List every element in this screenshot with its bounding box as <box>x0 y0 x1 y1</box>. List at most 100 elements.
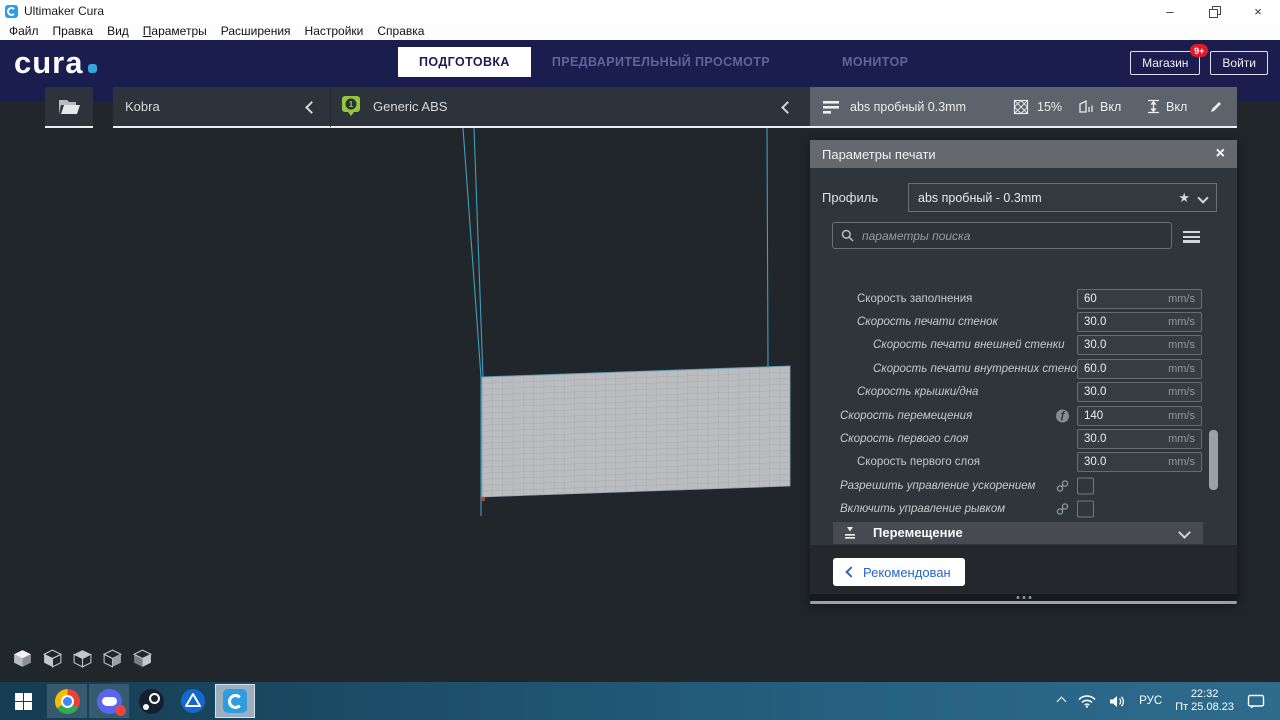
section-title: Перемещение <box>873 525 963 540</box>
menu-item-edit[interactable]: Правка <box>46 24 101 38</box>
profile-summary: abs пробный 0.3mm <box>850 87 966 126</box>
settings-menu-icon[interactable] <box>1183 228 1200 245</box>
language-indicator[interactable]: РУС <box>1139 695 1162 707</box>
tab-label: МОНИТОР <box>842 55 908 69</box>
taskbar-steam[interactable] <box>131 684 171 718</box>
search-icon <box>841 229 854 242</box>
taskbar-discord[interactable] <box>89 684 129 718</box>
setting-value-input[interactable]: 140mm/s <box>1077 406 1202 426</box>
minimize-button[interactable]: – <box>1148 0 1192 22</box>
menu-item-help[interactable]: Справка <box>370 24 431 38</box>
close-icon[interactable]: × <box>1216 146 1225 162</box>
view-front-icon[interactable] <box>42 648 63 669</box>
print-settings-summary-bar[interactable]: abs пробный 0.3mm 15% Вкл Вкл <box>810 87 1237 128</box>
setting-value-input[interactable]: 30.0mm/s <box>1077 335 1202 355</box>
view-right-icon[interactable] <box>132 648 153 669</box>
time: 22:32 <box>1175 688 1234 701</box>
menubar: ФайлПравкаВидПараметрыРасширенияНастройк… <box>0 22 1280 40</box>
setting-row: Скорость печати стенок 30.0mm/s <box>810 310 1237 333</box>
menu-item-view[interactable]: Вид <box>100 24 136 38</box>
tray-expand-icon[interactable] <box>1057 696 1067 706</box>
taskbar: РУС 22:32 Пт 25.08.23 <box>0 682 1280 720</box>
view-left-icon[interactable] <box>102 648 123 669</box>
setting-row: Скорость заполнения60mm/s <box>810 287 1237 310</box>
recommended-label: Рекомендован <box>863 565 951 580</box>
sign-in-button[interactable]: Войти <box>1210 51 1268 75</box>
chevron-left-icon <box>781 101 794 114</box>
taskbar-app[interactable] <box>173 684 213 718</box>
view-orientation-toolbar <box>12 648 153 669</box>
windows-logo-icon <box>15 693 32 710</box>
adhesion-icon <box>1146 87 1161 126</box>
support-value: Вкл <box>1100 87 1121 126</box>
recommended-mode-button[interactable]: Рекомендован <box>833 558 965 586</box>
atom-app-icon <box>180 688 206 714</box>
print-settings-icon <box>822 87 840 126</box>
view-3d-icon[interactable] <box>12 648 33 669</box>
setting-value-input[interactable]: 30.0mm/s <box>1077 452 1202 472</box>
window-title: Ultimaker Cura <box>24 4 104 18</box>
taskbar-chrome[interactable] <box>47 684 87 718</box>
marketplace-button[interactable]: Магазин 9+ <box>1130 51 1200 75</box>
start-button[interactable] <box>0 682 46 720</box>
link-icon <box>1056 479 1069 492</box>
setting-label: Скорость крышки/дна <box>857 386 978 398</box>
menu-item-extensions[interactable]: Расширения <box>214 24 298 38</box>
menu-item-preferences[interactable]: Настройки <box>298 24 371 38</box>
settings-list: Скорость заполнения60mm/sСкорость печати… <box>810 287 1237 568</box>
search-input[interactable] <box>860 228 1163 244</box>
setting-checkbox[interactable] <box>1077 501 1094 518</box>
setting-label: Скорость печати стенок <box>857 316 998 328</box>
material-name: Generic ABS <box>373 99 447 114</box>
tab-label: ПОДГОТОВКА <box>419 55 510 69</box>
setting-row: Скорость крышки/дна 30.0mm/s <box>810 381 1237 404</box>
setting-label: Скорость первого слоя <box>840 433 968 445</box>
logo-text: cura <box>14 48 83 78</box>
menu-item-settings[interactable]: Параметры <box>136 24 214 38</box>
material-selector[interactable]: 1 Generic ABS <box>330 87 810 128</box>
cura-logo: cura <box>14 48 97 78</box>
tab-prepare[interactable]: ПОДГОТОВКА <box>398 47 531 77</box>
tab-label: ПРЕДВАРИТЕЛЬНЫЙ ПРОСМОТР <box>552 55 770 69</box>
menu-item-file[interactable]: Файл <box>2 24 46 38</box>
setting-row: Скорость печати внешней стенки30.0mm/s <box>810 334 1237 357</box>
cura-icon <box>223 689 247 713</box>
setting-row: Скорость первого слоя 30.0mm/s <box>810 427 1237 450</box>
action-center-icon[interactable] <box>1247 694 1266 709</box>
resize-bar[interactable] <box>810 601 1237 604</box>
profile-label: Профиль <box>822 190 878 205</box>
setting-value-input[interactable]: 30.0mm/s <box>1077 429 1202 449</box>
open-file-button[interactable] <box>45 87 93 128</box>
wifi-icon[interactable] <box>1078 695 1096 708</box>
setting-row: Скорость перемещенияƒ140mm/s <box>810 404 1237 427</box>
panel-title: Параметры печати <box>822 147 936 162</box>
marketplace-badge: 9+ <box>1190 44 1208 57</box>
setting-value-input[interactable]: 30.0mm/s <box>1077 382 1202 402</box>
edit-pencil-icon[interactable] <box>1209 87 1224 126</box>
adhesion-value: Вкл <box>1166 87 1187 126</box>
setting-value-input[interactable]: 30.0mm/s <box>1077 312 1202 332</box>
steam-icon <box>139 689 164 714</box>
panel-resize-handle[interactable] <box>810 594 1237 604</box>
restore-button[interactable] <box>1192 0 1236 22</box>
tab-monitor[interactable]: МОНИТОР <box>821 47 929 77</box>
star-icon[interactable]: ★ <box>1178 190 1190 206</box>
sign-in-label: Войти <box>1222 56 1256 70</box>
close-button[interactable]: × <box>1236 0 1280 22</box>
setting-value-input[interactable]: 60.0mm/s <box>1077 359 1202 379</box>
volume-icon[interactable] <box>1109 695 1126 708</box>
taskbar-clock[interactable]: 22:32 Пт 25.08.23 <box>1175 688 1234 714</box>
taskbar-cura[interactable] <box>215 684 255 718</box>
profile-dropdown[interactable]: abs пробный - 0.3mm ★ <box>908 183 1217 212</box>
printer-selector[interactable]: Kobra <box>113 87 330 128</box>
setting-value-input[interactable]: 60mm/s <box>1077 289 1202 309</box>
tab-preview[interactable]: ПРЕДВАРИТЕЛЬНЫЙ ПРОСМОТР <box>531 47 791 77</box>
setting-checkbox[interactable] <box>1077 477 1094 494</box>
panel-header: Параметры печати × <box>810 140 1237 168</box>
settings-search-box[interactable] <box>832 222 1172 249</box>
setting-label: Разрешить управление ускорением <box>840 480 1035 492</box>
svg-text:1: 1 <box>349 99 354 109</box>
settings-section-header[interactable]: Перемещение <box>833 522 1203 544</box>
scrollbar-thumb[interactable] <box>1209 430 1218 490</box>
view-top-icon[interactable] <box>72 648 93 669</box>
